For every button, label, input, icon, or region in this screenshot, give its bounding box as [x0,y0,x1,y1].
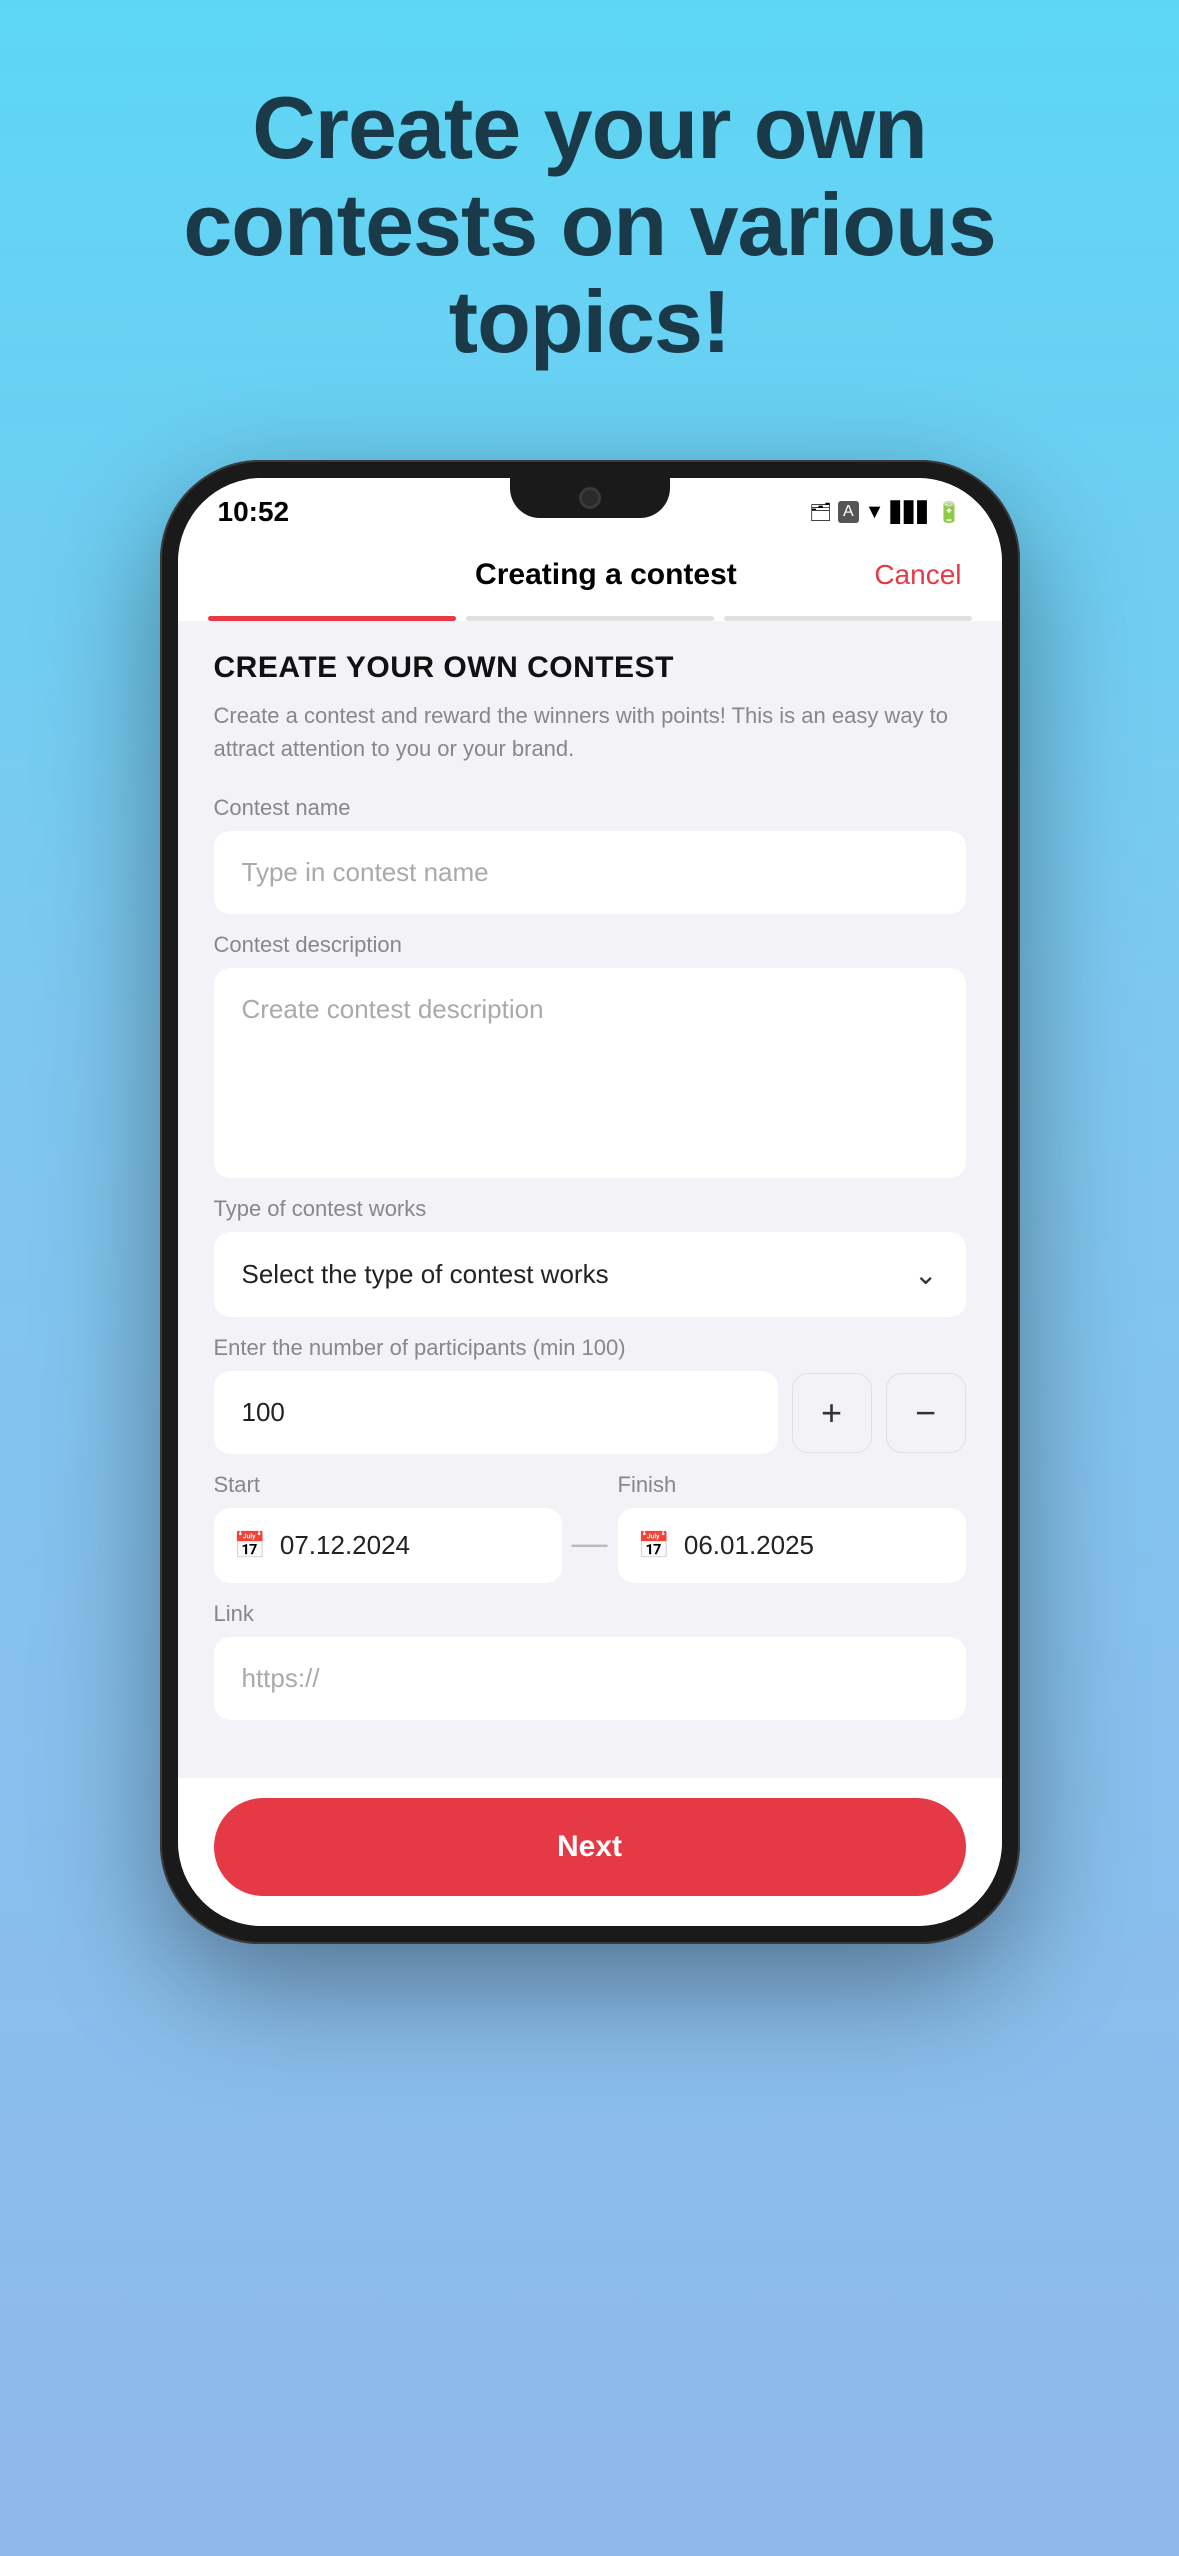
link-label: Link [214,1601,966,1627]
calendar-icon-2: 📅 [638,1530,670,1561]
calendar-icon: 📅 [234,1530,266,1561]
contest-name-input[interactable]: Type in contest name [214,831,966,914]
progress-step-3 [724,616,972,621]
start-date-col: Start 📅 07.12.2024 [214,1472,562,1583]
finish-label: Finish [618,1472,966,1498]
contest-type-label: Type of contest works [214,1196,966,1222]
increment-button[interactable]: + [792,1373,872,1453]
bottom-btn-area: Next [178,1778,1002,1926]
hero-title: Create your own contests on various topi… [0,80,1179,370]
status-time: 10:52 [218,496,290,528]
wifi-icon: ▼ [865,501,885,524]
camera-dot [579,487,601,509]
chevron-down-icon: ⌄ [914,1258,937,1291]
date-row: Start 📅 07.12.2024 — Finish 📅 06.01.2025 [214,1472,966,1583]
participants-row: 100 + − [214,1371,966,1454]
a-icon: A [838,501,859,523]
contest-name-label: Contest name [214,795,966,821]
participants-label: Enter the number of participants (min 10… [214,1335,966,1361]
progress-bar [178,616,1002,621]
finish-date-col: Finish 📅 06.01.2025 [618,1472,966,1583]
notch [510,478,670,518]
participants-input[interactable]: 100 [214,1371,778,1454]
contest-desc-input[interactable]: Create contest description [214,968,966,1178]
signal-icon: ▋▋▋ [890,500,930,525]
start-date-value: 07.12.2024 [280,1530,410,1561]
finish-date-value: 06.01.2025 [684,1530,814,1561]
decrement-button[interactable]: − [886,1373,966,1453]
finish-date-input[interactable]: 📅 06.01.2025 [618,1508,966,1583]
progress-step-1 [208,616,456,621]
section-title: CREATE YOUR OWN CONTEST [214,651,966,685]
cancel-button[interactable]: Cancel [874,559,961,591]
phone-frame: 10:52 🗂 A ▼ ▋▋▋ 🔋 Creating a contest Can… [160,460,1020,1944]
link-input[interactable]: https:// [214,1637,966,1720]
contest-type-dropdown[interactable]: Select the type of contest works ⌄ [214,1232,966,1317]
start-label: Start [214,1472,562,1498]
content-area: CREATE YOUR OWN CONTEST Create a contest… [178,621,1002,1778]
battery-icon: 🔋 [937,500,962,525]
section-desc: Create a contest and reward the winners … [214,699,966,765]
contest-type-value: Select the type of contest works [242,1259,609,1290]
date-range-dash: — [572,1522,608,1564]
status-bar: 10:52 🗂 A ▼ ▋▋▋ 🔋 [178,478,1002,538]
contest-desc-label: Contest description [214,932,966,958]
nav-title: Creating a contest [338,558,875,592]
start-date-input[interactable]: 📅 07.12.2024 [214,1508,562,1583]
nav-header: Creating a contest Cancel [178,538,1002,616]
progress-step-2 [466,616,714,621]
sd-icon: 🗂 [809,502,832,523]
submit-button[interactable]: Next [214,1798,966,1896]
